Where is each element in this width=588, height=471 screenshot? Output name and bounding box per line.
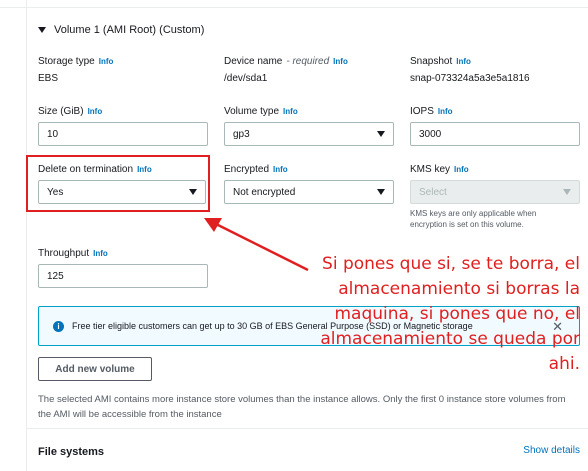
file-systems-title: File systems (38, 446, 105, 458)
annotation-text: Si pones que si, se te borra, el almacen… (320, 254, 580, 374)
section-divider (26, 428, 588, 429)
add-new-volume-button[interactable]: Add new volume (38, 357, 152, 381)
show-details-link[interactable]: Show details (523, 445, 580, 456)
instance-store-notice: The selected AMI contains more instance … (38, 394, 566, 420)
